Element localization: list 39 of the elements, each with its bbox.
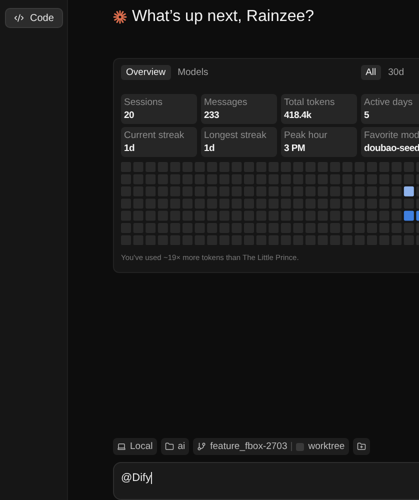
- view-tab[interactable]: Models: [172, 65, 214, 80]
- context-chip[interactable]: Local: [113, 438, 157, 455]
- message-input[interactable]: @Dify: [113, 462, 419, 500]
- stat-label: Current streak: [124, 130, 186, 141]
- view-tab[interactable]: Overview: [121, 65, 171, 80]
- stat-label: Peak hour: [284, 130, 328, 141]
- stat-label: Total tokens: [284, 97, 336, 108]
- stat-value: 1d: [124, 143, 136, 154]
- stat-value: 233: [204, 110, 220, 121]
- stat-label: Longest streak: [204, 130, 268, 141]
- context-chip[interactable]: ai: [160, 438, 190, 455]
- range-tab[interactable]: All: [360, 65, 382, 80]
- stat-value: 20: [124, 110, 135, 121]
- laptop-icon: [117, 442, 126, 451]
- worktree-checkbox[interactable]: [296, 442, 304, 450]
- chip-label: worktree: [308, 441, 345, 452]
- stat-value: doubao-seed: [364, 143, 419, 154]
- input-text: @Dify: [121, 472, 152, 484]
- chip-label: Local: [130, 441, 153, 452]
- stat-label: Active days: [364, 97, 414, 108]
- context-chip[interactable]: [352, 438, 370, 455]
- starburst-icon: [113, 10, 127, 24]
- stat-label: Favorite mod: [364, 130, 419, 141]
- stat-value: 5: [364, 110, 370, 121]
- greeting-title: What’s up next, Rainzee?: [132, 8, 314, 26]
- branch-icon: [197, 442, 206, 451]
- context-chip[interactable]: feature_fbox-2703 worktree: [193, 438, 349, 455]
- folder-icon: [164, 442, 174, 451]
- chip-label: ai: [178, 441, 186, 452]
- code-icon: [14, 13, 24, 23]
- stat-label: Sessions: [124, 97, 164, 108]
- stat-value: 418.4k: [284, 110, 312, 121]
- code-button[interactable]: Code: [5, 8, 63, 28]
- stat-label: Messages: [204, 97, 248, 108]
- chip-label: feature_fbox-2703: [210, 441, 288, 452]
- stat-value: 1d: [204, 143, 216, 154]
- stat-value: 3 PM: [284, 143, 306, 154]
- range-tab[interactable]: 30d: [383, 65, 409, 80]
- folder-plus-icon: [356, 442, 366, 451]
